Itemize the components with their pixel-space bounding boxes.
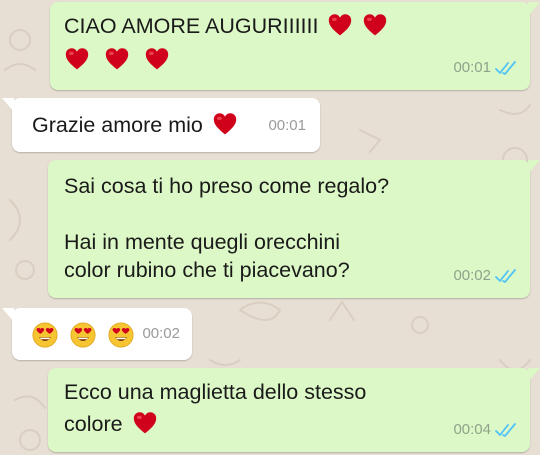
message-bubble-incoming[interactable]: 00:02 bbox=[2, 308, 192, 360]
heart-eyes-face-icon bbox=[32, 322, 58, 348]
red-heart-icon bbox=[65, 48, 89, 70]
message-meta: 00:01 bbox=[268, 112, 306, 140]
red-heart-icon bbox=[133, 412, 156, 434]
red-heart-icon bbox=[213, 113, 237, 135]
message-text-line: color rubino che ti piacevano? bbox=[64, 258, 350, 282]
message-bubble-outgoing[interactable]: CIAO AMORE AUGURIIIIII 00:01 bbox=[50, 2, 540, 90]
message-time: 00:02 bbox=[453, 267, 491, 284]
message-meta: 00:04 bbox=[453, 416, 518, 444]
message-time: 00:01 bbox=[268, 117, 306, 134]
message-text-line: Ecco una maglietta dello stesso bbox=[64, 380, 367, 404]
message-text-line: CIAO AMORE AUGURIIIIII bbox=[64, 12, 516, 40]
heart-eyes-face-icon bbox=[108, 322, 134, 348]
message-emoji-line bbox=[61, 46, 516, 74]
message-text-line: Sai cosa ti ho preso come regalo? bbox=[64, 174, 390, 198]
double-check-read-icon bbox=[495, 269, 516, 283]
message-meta: 00:02 bbox=[453, 262, 518, 290]
heart-eyes-face-icon bbox=[70, 322, 96, 348]
message-text-line: Grazie amore mio bbox=[32, 111, 304, 139]
message-bubble-outgoing[interactable]: Ecco una maglietta dello stesso colore 0… bbox=[48, 368, 540, 452]
message-bubble-outgoing[interactable]: Sai cosa ti ho preso come regalo? Hai in… bbox=[48, 160, 540, 298]
message-text: Grazie amore mio bbox=[32, 113, 203, 137]
message-text-line: colore bbox=[64, 410, 516, 438]
double-check-read-icon bbox=[495, 61, 516, 75]
message-text: CIAO AMORE AUGURIIIIII bbox=[64, 14, 319, 38]
red-heart-icon bbox=[364, 14, 387, 36]
red-heart-icon bbox=[105, 48, 129, 70]
message-time: 00:02 bbox=[142, 325, 180, 342]
message-text: colore bbox=[64, 412, 123, 436]
red-heart-icon bbox=[145, 48, 169, 70]
red-heart-icon bbox=[329, 14, 352, 36]
message-meta: 00:02 bbox=[142, 320, 180, 348]
message-time: 00:04 bbox=[453, 421, 491, 438]
message-text-line: Hai in mente quegli orecchini bbox=[64, 230, 341, 254]
double-check-read-icon bbox=[495, 423, 516, 437]
message-bubble-incoming[interactable]: Grazie amore mio 00:01 bbox=[2, 98, 320, 152]
message-meta: 00:01 bbox=[453, 54, 518, 82]
message-time: 00:01 bbox=[453, 59, 491, 76]
